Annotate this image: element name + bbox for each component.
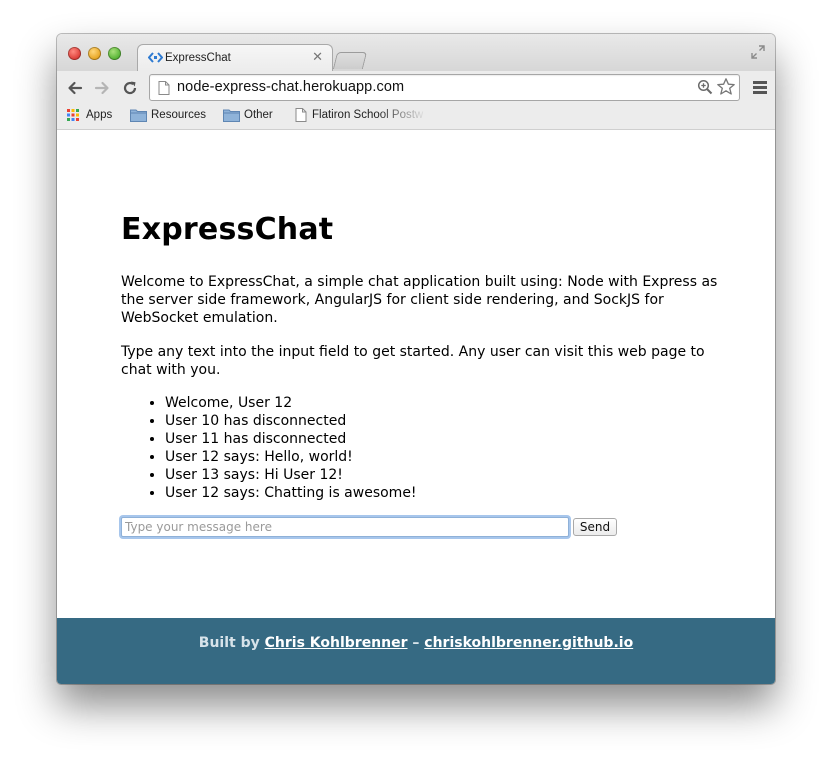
page-viewport: ExpressChat Welcome to ExpressChat, a si… bbox=[57, 130, 775, 684]
bookmark-fade bbox=[377, 108, 427, 124]
message-item: User 10 has disconnected bbox=[165, 412, 765, 430]
url-text[interactable]: node-express-chat.herokuapp.com bbox=[177, 79, 404, 95]
folder-icon bbox=[130, 108, 147, 125]
hamburger-menu-icon[interactable] bbox=[753, 81, 767, 94]
author-link[interactable]: Chris Kohlbrenner bbox=[265, 635, 408, 651]
footer-separator: – bbox=[412, 635, 420, 651]
zoom-window-button[interactable] bbox=[108, 47, 121, 60]
fullscreen-icon[interactable] bbox=[751, 44, 765, 59]
page-icon bbox=[295, 108, 307, 125]
message-item: User 11 has disconnected bbox=[165, 430, 765, 448]
message-item: User 13 says: Hi User 12! bbox=[165, 466, 765, 484]
folder-icon bbox=[223, 108, 240, 125]
forward-arrow-icon[interactable] bbox=[93, 79, 111, 97]
minimize-window-button[interactable] bbox=[88, 47, 101, 60]
reload-icon[interactable] bbox=[121, 79, 139, 97]
message-item: Welcome, User 12 bbox=[165, 394, 765, 412]
page-icon bbox=[158, 80, 170, 95]
message-list: Welcome, User 12 User 10 has disconnecte… bbox=[121, 394, 765, 502]
address-bar[interactable]: node-express-chat.herokuapp.com bbox=[149, 74, 740, 101]
bookmark-label: Resources bbox=[151, 109, 206, 121]
bookmark-label: Apps bbox=[86, 109, 113, 121]
zoom-icon[interactable] bbox=[697, 79, 713, 95]
footer-prefix: Built by bbox=[198, 635, 260, 651]
bookmark-label: Other bbox=[244, 109, 273, 121]
chevron-pair-icon bbox=[147, 52, 164, 63]
bookmark-star-icon[interactable] bbox=[716, 77, 736, 97]
message-item: User 12 says: Hello, world! bbox=[165, 448, 765, 466]
tab-expresschat[interactable]: ExpressChat ✕ bbox=[137, 44, 333, 72]
browser-window: ExpressChat ✕ node-express-chat.herokuap… bbox=[57, 34, 775, 684]
site-link[interactable]: chriskohlbrenner.github.io bbox=[424, 635, 633, 651]
new-tab-button[interactable] bbox=[332, 52, 368, 69]
page-title: ExpressChat bbox=[121, 212, 334, 247]
tab-close-icon[interactable]: ✕ bbox=[312, 50, 323, 65]
close-window-button[interactable] bbox=[68, 47, 81, 60]
message-input[interactable] bbox=[121, 517, 569, 537]
browser-chrome: ExpressChat ✕ node-express-chat.herokuap… bbox=[57, 34, 775, 131]
tab-title: ExpressChat bbox=[165, 52, 231, 64]
back-arrow-icon[interactable] bbox=[66, 79, 84, 97]
apps-grid-icon bbox=[66, 108, 80, 125]
instructions-paragraph: Type any text into the input field to ge… bbox=[121, 344, 705, 378]
page-footer: Built by Chris Kohlbrenner – chriskohlbr… bbox=[57, 618, 775, 684]
send-button[interactable]: Send bbox=[573, 518, 617, 536]
footer-line: Built by Chris Kohlbrenner – chriskohlbr… bbox=[57, 635, 775, 651]
message-item: User 12 says: Chatting is awesome! bbox=[165, 484, 765, 502]
intro-paragraph: Welcome to ExpressChat, a simple chat ap… bbox=[121, 274, 718, 326]
toolbar: node-express-chat.herokuapp.com bbox=[57, 71, 775, 104]
message-composer: Send bbox=[121, 517, 641, 539]
